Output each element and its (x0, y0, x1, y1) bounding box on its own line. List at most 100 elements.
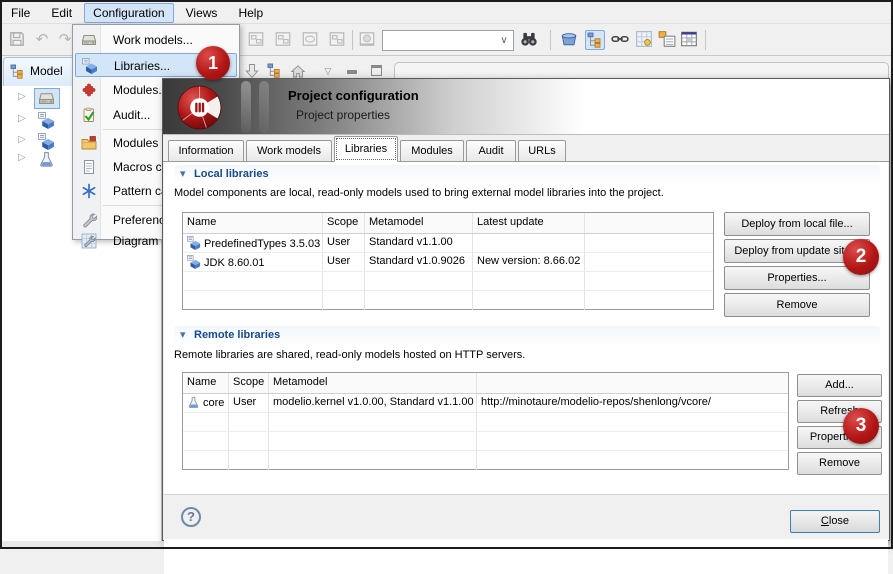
container-icon[interactable] (560, 30, 580, 50)
expand-arrow-icon[interactable]: ▷ (18, 113, 26, 124)
library-icon (38, 133, 55, 150)
work-models-icon (38, 90, 55, 107)
cell-scope: User (323, 234, 365, 252)
header-decoration (241, 81, 251, 133)
menu-views[interactable]: Views (177, 3, 227, 23)
menu-item-label: Libraries... (114, 59, 170, 73)
search-input[interactable] (384, 32, 496, 49)
modelio-logo-icon (176, 84, 223, 131)
menu-item-label: Audit... (113, 108, 150, 122)
column-header-scope[interactable]: Scope (229, 373, 269, 393)
image-icon[interactable] (358, 30, 378, 50)
tab-modules[interactable]: Modules (400, 140, 464, 161)
library-icon (82, 58, 98, 74)
tab-audit[interactable]: Audit (466, 140, 516, 161)
remote-library-icon (38, 151, 55, 168)
search-binoculars-icon[interactable] (520, 30, 540, 50)
tab-urls[interactable]: URLs (518, 140, 566, 161)
menu-bar: File Edit Configuration Views Help (2, 2, 891, 24)
list-icon[interactable] (658, 30, 678, 50)
diagram-icon-2[interactable] (274, 30, 294, 50)
dialog-title: Project configuration (288, 88, 419, 103)
step-badge-3: 3 (843, 408, 879, 444)
grid-icon[interactable] (635, 30, 655, 50)
step-badge-2: 2 (843, 239, 879, 275)
modules-catalog-icon (81, 135, 97, 151)
column-header-scope[interactable]: Scope (323, 213, 365, 233)
work-models-icon (81, 32, 97, 48)
column-header-name[interactable]: Name (183, 373, 229, 393)
tab-work-models[interactable]: Work models (246, 140, 332, 161)
link-icon[interactable] (611, 30, 631, 50)
table-empty-row (183, 413, 788, 432)
twistie-icon[interactable]: ▾ (180, 328, 186, 341)
remote-remove-button[interactable]: Remove (797, 452, 882, 475)
cell-scope: User (323, 253, 365, 271)
menu-file[interactable]: File (2, 3, 39, 23)
table-row[interactable]: PredefinedTypes 3.5.03 User Standard v1.… (183, 234, 713, 253)
cell-name: JDK 8.60.01 (204, 257, 265, 269)
cell-url: http://minotaure/modelio-repos/shenlong/… (477, 394, 788, 412)
model-tree-icon (10, 64, 25, 79)
local-libraries-description: Model components are local, read-only mo… (174, 187, 664, 199)
macros-catalog-icon (81, 159, 97, 175)
undo-icon[interactable]: ↶ (32, 30, 52, 50)
remote-libraries-section-header[interactable]: ▾ Remote libraries (174, 326, 880, 346)
local-libraries-section-header[interactable]: ▾ Local libraries (174, 165, 880, 185)
add-button[interactable]: Add... (797, 374, 882, 397)
local-libraries-table[interactable]: Name Scope Metamodel Latest update Prede… (182, 212, 714, 310)
library-icon (187, 236, 201, 250)
close-button[interactable]: Close (790, 510, 880, 533)
column-header-metamodel[interactable]: Metamodel (365, 213, 473, 233)
model-tree-toggle-icon[interactable] (585, 30, 605, 50)
cell-empty (585, 234, 713, 252)
combo-arrow-icon[interactable]: ∨ (497, 33, 511, 48)
column-header-name[interactable]: Name (183, 213, 323, 233)
expand-arrow-icon[interactable]: ▷ (18, 134, 26, 145)
twistie-icon[interactable]: ▾ (180, 167, 186, 180)
expand-arrow-icon[interactable]: ▷ (18, 91, 26, 102)
cell-name: PredefinedTypes 3.5.03 (204, 238, 320, 250)
table-empty-row (183, 451, 788, 470)
cell-metamodel: Standard v1.1.00 (365, 234, 473, 252)
remote-library-icon (187, 396, 200, 409)
column-header-empty (585, 213, 713, 233)
remote-libraries-table[interactable]: Name Scope Metamodel core User modelio.k… (182, 372, 789, 470)
section-title: Remote libraries (194, 329, 280, 341)
table-header-row: Name Scope Metamodel (183, 373, 788, 394)
column-header-empty (477, 373, 788, 393)
table-icon[interactable] (680, 30, 700, 50)
diagram-styles-icon (81, 233, 97, 249)
menu-edit[interactable]: Edit (42, 3, 81, 23)
table-row[interactable]: core User modelio.kernel v1.0.00, Standa… (183, 394, 788, 413)
ellipse-icon[interactable] (301, 30, 321, 50)
cell-metamodel: modelio.kernel v1.0.00, Standard v1.1.00 (269, 394, 477, 412)
table-row[interactable]: JDK 8.60.01 User Standard v1.0.9026 New … (183, 253, 713, 272)
dialog-subtitle: Project properties (296, 108, 390, 122)
menu-configuration[interactable]: Configuration (84, 3, 173, 23)
tab-information[interactable]: Information (168, 140, 244, 161)
pattern-catalog-icon (81, 183, 97, 199)
modules-icon (81, 82, 97, 98)
tab-libraries[interactable]: Libraries (334, 136, 398, 162)
shapes-icon[interactable] (328, 30, 348, 50)
preferences-icon (81, 212, 97, 228)
column-header-latest-update[interactable]: Latest update (473, 213, 585, 233)
save-icon[interactable] (8, 30, 28, 50)
diagram-icon-1[interactable] (247, 30, 267, 50)
menu-help[interactable]: Help (229, 3, 272, 23)
toolbar-separator (550, 30, 551, 50)
project-configuration-dialog: Project configuration Project properties… (162, 78, 890, 541)
search-combo: ∨ (382, 30, 514, 51)
help-icon[interactable]: ? (181, 507, 201, 527)
table-empty-row (183, 291, 713, 310)
audit-icon (81, 107, 97, 123)
cell-latest-update (473, 234, 585, 252)
deploy-local-file-button[interactable]: Deploy from local file... (724, 212, 870, 236)
expand-arrow-icon[interactable]: ▷ (18, 152, 26, 163)
remote-libraries-description: Remote libraries are shared, read-only m… (174, 349, 525, 361)
column-header-metamodel[interactable]: Metamodel (269, 373, 477, 393)
toolbar-separator (705, 30, 706, 50)
local-remove-button[interactable]: Remove (724, 293, 870, 317)
model-tab-label: Model (30, 64, 63, 78)
